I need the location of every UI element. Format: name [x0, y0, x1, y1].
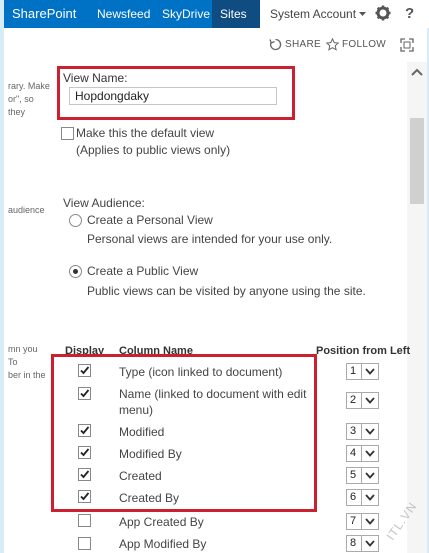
description-fragment: audience	[8, 205, 45, 215]
personal-view-radio[interactable]	[69, 214, 82, 227]
help-icon[interactable]: ?	[405, 0, 414, 28]
chevron-down-icon	[365, 428, 375, 435]
default-view-label: Make this the default view	[76, 126, 215, 140]
column-name: Created	[119, 469, 162, 483]
description-fragment: ber in the	[8, 370, 46, 380]
column-name: Modified By	[119, 447, 182, 461]
suite-bar: SharePoint Newsfeed SkyDrive Sites Syste…	[4, 0, 429, 28]
position-value: 1	[350, 365, 357, 377]
description-fragment: or", so	[8, 94, 34, 104]
position-value: 2	[350, 394, 357, 406]
chevron-down-icon	[365, 494, 375, 501]
display-checkbox[interactable]	[78, 424, 91, 437]
column-name: Modified	[119, 425, 165, 439]
position-value: 3	[350, 425, 357, 437]
description-fragment: To	[8, 357, 18, 367]
position-select[interactable]: 7	[346, 513, 379, 530]
public-view-label[interactable]: Create a Public View	[87, 264, 198, 278]
position-select[interactable]: 1	[346, 363, 379, 380]
display-checkbox[interactable]	[78, 468, 91, 481]
nav-skydrive[interactable]: SkyDrive	[162, 0, 210, 28]
position-value: 7	[350, 515, 357, 527]
dropdown-arrow	[361, 468, 378, 483]
personal-view-note: Personal views are intended for your use…	[87, 232, 333, 246]
display-checkbox[interactable]	[78, 446, 91, 459]
dropdown-arrow	[361, 446, 378, 461]
public-view-note: Public views can be visited by anyone us…	[87, 284, 366, 298]
position-value: 5	[350, 469, 357, 481]
sharepoint-brand[interactable]: SharePoint	[12, 0, 76, 28]
user-name: System Account	[270, 7, 357, 21]
position-value: 6	[350, 491, 357, 503]
follow-label: FOLLOW	[342, 39, 387, 50]
position-select[interactable]: 8	[346, 535, 379, 552]
column-name: Created By	[119, 491, 180, 505]
position-value: 4	[350, 447, 357, 459]
window-frame-left	[0, 0, 4, 553]
view-audience-label: View Audience:	[63, 196, 145, 210]
chevron-down-icon	[365, 472, 375, 479]
dropdown-arrow	[361, 393, 378, 408]
action-bar: SHARE FOLLOW	[4, 28, 427, 62]
dropdown-arrow	[361, 490, 378, 505]
default-view-note: (Applies to public views only)	[76, 143, 231, 157]
user-menu[interactable]: System Account	[270, 0, 367, 28]
chevron-down-icon	[365, 450, 375, 457]
column-name-continued: menu)	[119, 403, 154, 417]
focus-on-content-icon[interactable]	[400, 38, 414, 52]
display-checkbox[interactable]	[78, 387, 91, 400]
position-select[interactable]: 4	[346, 445, 379, 462]
dropdown-arrow	[361, 536, 378, 551]
share-icon	[269, 38, 282, 50]
personal-view-label[interactable]: Create a Personal View	[87, 213, 213, 227]
chevron-down-icon	[365, 540, 375, 547]
display-checkbox[interactable]	[78, 514, 91, 527]
view-name-input[interactable]	[69, 87, 277, 105]
star-icon	[325, 37, 340, 51]
scrollbar-thumb[interactable]	[410, 118, 424, 204]
chevron-down-icon	[365, 518, 375, 525]
dropdown-arrow	[361, 514, 378, 529]
description-fragment: mn you	[8, 344, 38, 354]
scroll-up-icon[interactable]	[411, 68, 423, 76]
gear-icon[interactable]	[375, 5, 391, 21]
nav-newsfeed[interactable]: Newsfeed	[97, 0, 150, 28]
chevron-down-icon	[365, 397, 375, 404]
column-name: Type (icon linked to document)	[119, 365, 283, 379]
check-icon	[80, 448, 90, 457]
default-view-checkbox[interactable]	[61, 127, 74, 140]
column-name: App Created By	[119, 515, 204, 529]
public-view-radio[interactable]	[69, 265, 82, 278]
position-value: 8	[350, 537, 357, 549]
column-name: Name (linked to document with edit	[119, 387, 307, 401]
check-icon	[80, 366, 90, 375]
column-name: App Modified By	[119, 537, 207, 551]
user-area: System Account ?	[260, 0, 429, 28]
vertical-scrollbar[interactable]	[407, 62, 427, 553]
view-name-label: View Name:	[63, 71, 128, 85]
position-select[interactable]: 3	[346, 423, 379, 440]
check-icon	[80, 492, 90, 501]
description-fragment: rary. Make	[8, 81, 50, 91]
nav-sites[interactable]: Sites	[212, 0, 260, 28]
position-column-header: Position from Left	[316, 345, 411, 357]
check-icon	[80, 470, 90, 479]
description-fragment: they	[8, 107, 26, 117]
chevron-down-icon	[365, 368, 375, 375]
check-icon	[80, 389, 90, 398]
dropdown-arrow	[361, 424, 378, 439]
position-select[interactable]: 2	[346, 392, 379, 409]
dropdown-arrow	[361, 364, 378, 379]
display-checkbox[interactable]	[78, 537, 91, 550]
share-button[interactable]: SHARE	[269, 28, 321, 62]
check-icon	[80, 426, 90, 435]
follow-button[interactable]: FOLLOW	[325, 28, 387, 62]
position-select[interactable]: 5	[346, 467, 379, 484]
display-checkbox[interactable]	[78, 364, 91, 377]
share-label: SHARE	[285, 39, 321, 50]
position-select[interactable]: 6	[346, 489, 379, 506]
display-checkbox[interactable]	[78, 490, 91, 503]
